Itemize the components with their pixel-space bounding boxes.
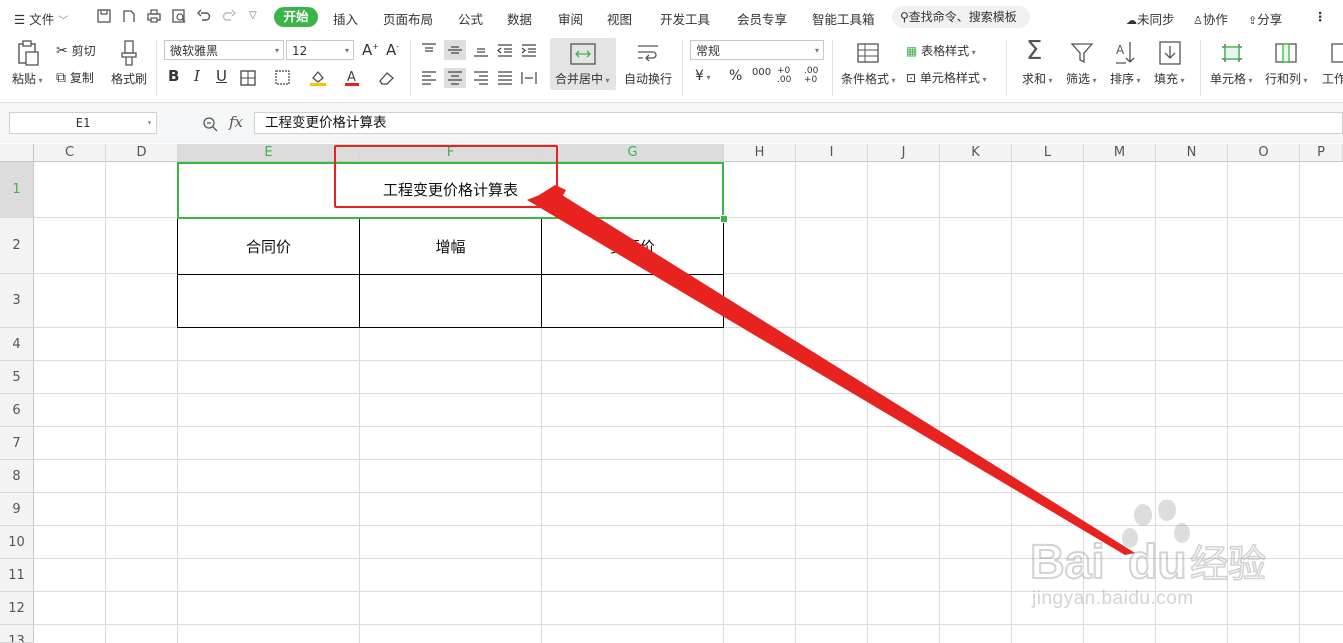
annotation-arrow xyxy=(527,185,1135,555)
